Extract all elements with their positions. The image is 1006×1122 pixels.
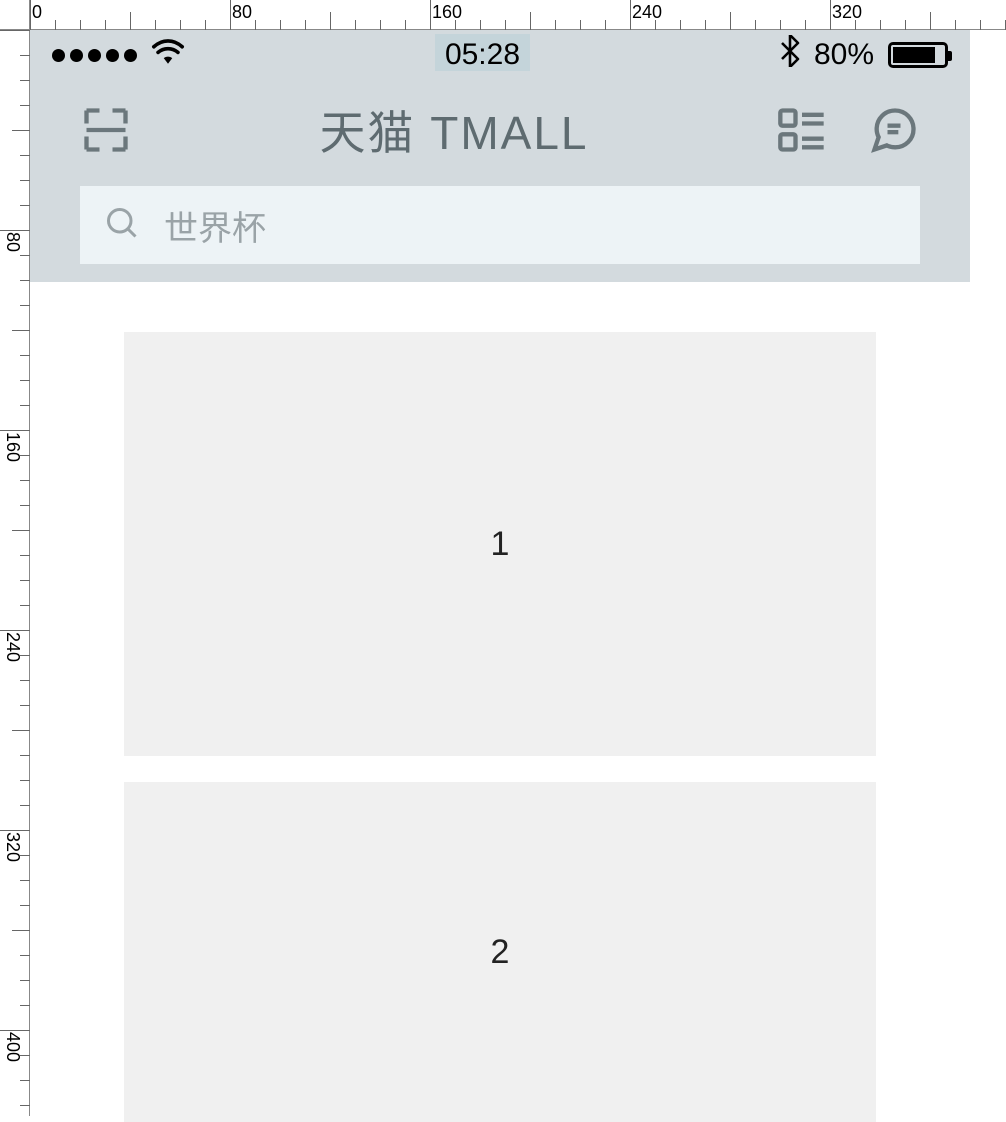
ruler-vertical: 80160240320400 [0,0,30,1116]
search-icon [104,205,140,246]
battery-icon [888,42,948,68]
search-input[interactable]: 世界杯 [80,186,920,264]
search-placeholder: 世界杯 [164,201,266,250]
banner-card-2[interactable]: 2 [124,782,876,1122]
title-right [776,104,920,156]
status-right: 80% [780,35,948,75]
chat-icon[interactable] [868,104,920,156]
title-bar: 天猫 TMALL [30,80,970,180]
bluetooth-icon [780,35,800,75]
ruler-horizontal: 080160240320 [0,0,1006,30]
banner-card-1[interactable]: 1 [124,332,876,756]
time-label: 05:28 [435,34,530,71]
signal-dots-icon [52,49,137,62]
ruler-corner [0,0,30,30]
app-title: 天猫 TMALL [132,97,776,163]
category-icon[interactable] [776,104,828,156]
wifi-icon [151,38,185,72]
scan-icon[interactable] [80,104,132,156]
status-bar: 05:28 80% [30,30,970,80]
status-time: 05:28 [435,38,530,72]
nav-area: 05:28 80% 天猫 [30,30,970,282]
battery-fill [893,47,935,63]
card-label: 2 [491,933,510,972]
content: 1 2 [30,282,970,1122]
device-canvas: 05:28 80% 天猫 [30,30,970,1116]
card-label: 1 [491,525,510,564]
status-left [52,38,185,72]
battery-pct-label: 80% [814,38,874,72]
